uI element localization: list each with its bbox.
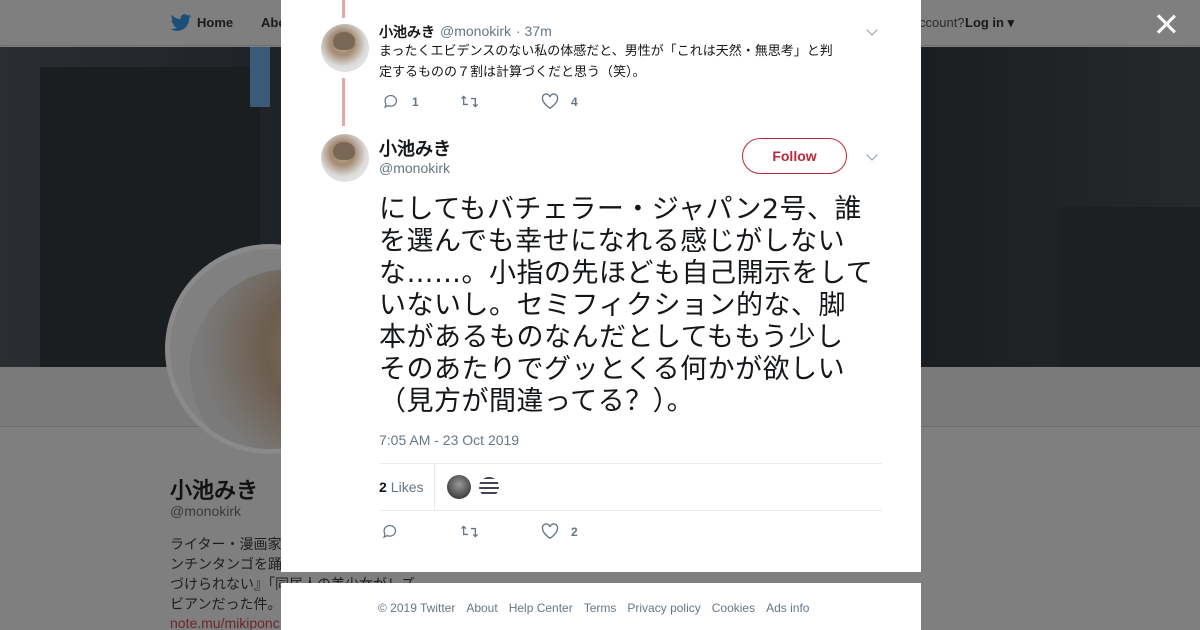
follow-button[interactable]: Follow	[742, 138, 847, 174]
reply-icon	[383, 524, 397, 539]
retweet-action[interactable]	[460, 93, 479, 110]
profile-name: 小池みき	[170, 479, 259, 504]
reply-icon	[384, 94, 398, 109]
footer-copyright: © 2019 Twitter	[378, 601, 456, 615]
footer-link-privacy[interactable]: Privacy policy	[627, 601, 700, 615]
login-link[interactable]: Log in ▾	[965, 15, 1014, 31]
heart-icon	[541, 523, 559, 540]
like-count: 4	[571, 94, 578, 109]
footer-link-ads[interactable]: Ads info	[766, 601, 809, 615]
likes-summary[interactable]: 2 Likes	[379, 464, 435, 510]
retweet-icon	[460, 525, 479, 538]
reply-time[interactable]: · 37m	[516, 23, 552, 39]
divider	[379, 463, 882, 464]
main-tweet-text: にしてもバチェラー・ジャパン2号、誰 を選んでも幸せになれる感じがしない な………	[379, 194, 874, 417]
liker-avatar[interactable]	[477, 475, 501, 499]
thread-line	[342, 78, 345, 126]
like-action[interactable]: 4	[541, 93, 578, 110]
account-prompt: ccount?	[919, 15, 965, 30]
twitter-bird-icon[interactable]	[170, 13, 192, 33]
footer-link-cookies[interactable]: Cookies	[712, 601, 755, 615]
close-icon[interactable]	[1155, 13, 1177, 35]
like-action[interactable]: 2	[541, 523, 578, 540]
main-tweet-author-handle[interactable]: @monokirk	[379, 160, 450, 176]
retweet-icon	[460, 95, 479, 108]
profile-link[interactable]: note.mu/mikiponc	[170, 615, 280, 630]
likes-label: Likes	[390, 479, 424, 495]
nav-home[interactable]: Home	[197, 15, 233, 30]
like-count: 2	[571, 524, 578, 539]
heart-icon	[541, 93, 559, 110]
footer-link-help[interactable]: Help Center	[509, 601, 573, 615]
footer-link-terms[interactable]: Terms	[584, 601, 617, 615]
reply-avatar[interactable]	[321, 24, 369, 72]
tweet-timestamp[interactable]: 7:05 AM - 23 Oct 2019	[379, 432, 519, 448]
profile-handle: @monokirk	[170, 503, 242, 519]
main-tweet-author-name[interactable]: 小池みき	[379, 135, 451, 161]
footer-links: © 2019 Twitter About Help Center Terms P…	[378, 601, 809, 615]
reply-tweet-text: まったくエビデンスのない私の体感だと、男性が「これは天然・無思考」と判 定するも…	[379, 44, 833, 80]
reply-action[interactable]	[382, 523, 399, 540]
likes-count: 2	[379, 479, 387, 495]
thread-line	[342, 0, 345, 18]
reply-author-handle[interactable]: @monokirk	[440, 23, 511, 39]
reply-author-name[interactable]: 小池みき	[379, 22, 435, 42]
footer-link-about[interactable]: About	[466, 601, 497, 615]
main-tweet-avatar[interactable]	[321, 134, 369, 182]
liker-avatar[interactable]	[447, 475, 471, 499]
divider	[379, 510, 882, 511]
reply-count: 1	[412, 94, 419, 109]
reply-action[interactable]: 1	[383, 93, 419, 110]
retweet-action[interactable]	[460, 523, 479, 540]
